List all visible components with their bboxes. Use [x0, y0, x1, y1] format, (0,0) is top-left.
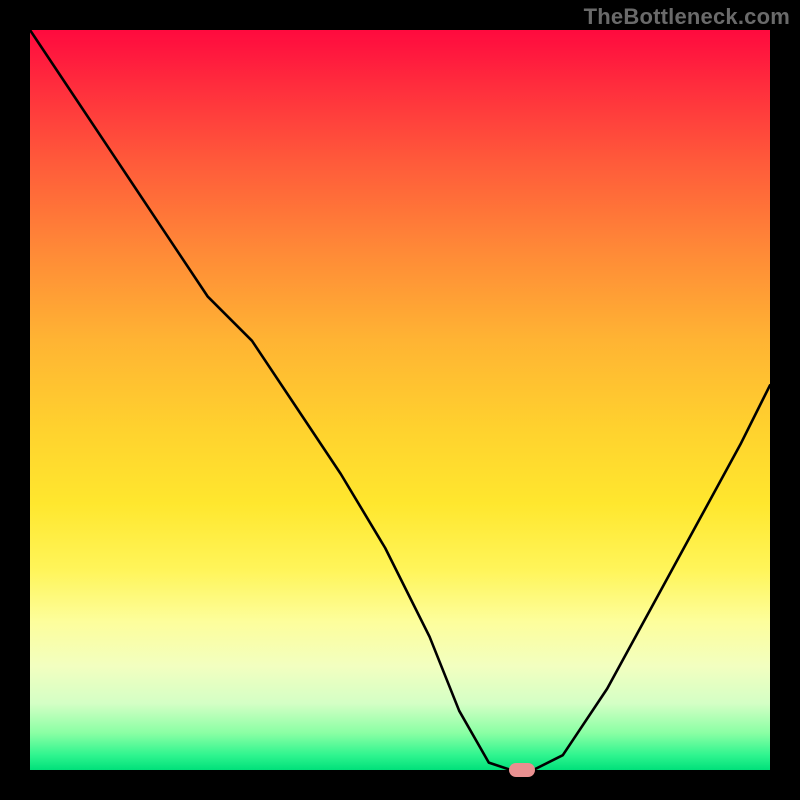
watermark-text: TheBottleneck.com: [584, 4, 790, 30]
bottleneck-curve: [30, 30, 770, 770]
curve-path: [30, 30, 770, 770]
plot-area: [30, 30, 770, 770]
chart-frame: TheBottleneck.com: [0, 0, 800, 800]
optimal-point-marker: [509, 763, 535, 777]
